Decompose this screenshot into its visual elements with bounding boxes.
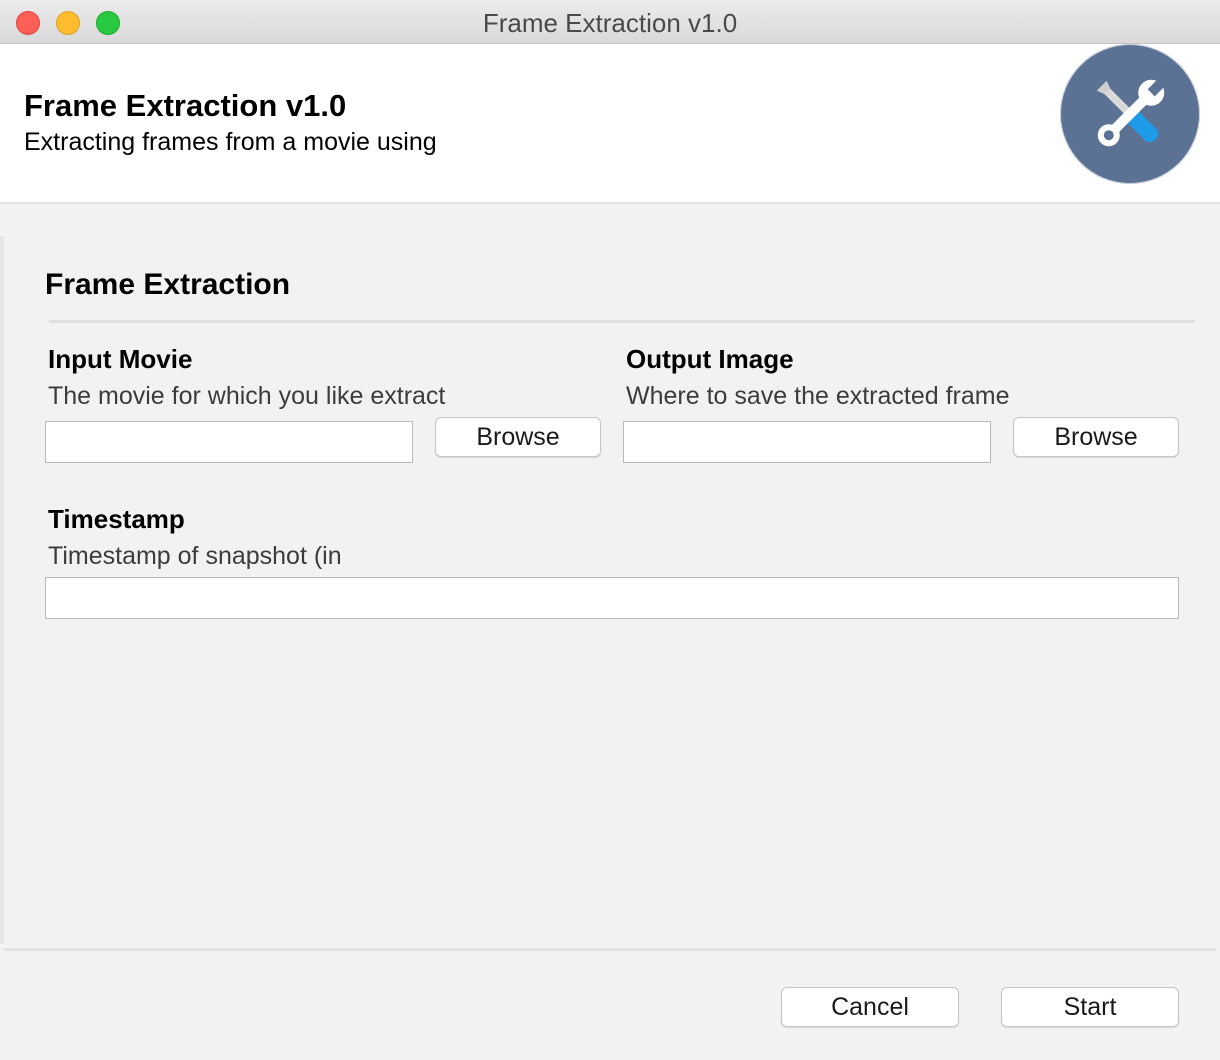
start-button[interactable]: Start xyxy=(1001,987,1179,1027)
content-left-edge xyxy=(0,236,4,944)
timestamp-field[interactable] xyxy=(45,577,1179,619)
tools-icon xyxy=(1060,44,1200,184)
title-bar: Frame Extraction v1.0 xyxy=(0,0,1220,44)
input-movie-description: The movie for which you like extract xyxy=(48,382,446,410)
output-image-browse-button[interactable]: Browse xyxy=(1013,417,1179,457)
output-image-field[interactable] xyxy=(623,421,991,463)
header-title: Frame Extraction v1.0 xyxy=(24,88,347,123)
output-image-label: Output Image xyxy=(626,344,794,374)
input-movie-field[interactable] xyxy=(45,421,413,463)
timestamp-description: Timestamp of snapshot (in xyxy=(48,542,342,570)
timestamp-label: Timestamp xyxy=(48,504,185,534)
window-title: Frame Extraction v1.0 xyxy=(482,8,738,38)
section-title: Frame Extraction xyxy=(45,268,291,301)
input-movie-label: Input Movie xyxy=(48,344,193,374)
output-image-description: Where to save the extracted frame xyxy=(626,382,1010,410)
header-subtitle: Extracting frames from a movie using xyxy=(24,128,437,156)
cancel-button[interactable]: Cancel xyxy=(781,987,959,1027)
input-movie-browse-button[interactable]: Browse xyxy=(435,417,601,457)
header-panel: Frame Extraction v1.0 Extracting frames … xyxy=(0,44,1220,204)
section-divider xyxy=(49,320,1195,323)
app-window: Frame Extraction v1.0 Frame Extraction v… xyxy=(0,0,1220,1060)
footer-divider xyxy=(4,948,1216,951)
